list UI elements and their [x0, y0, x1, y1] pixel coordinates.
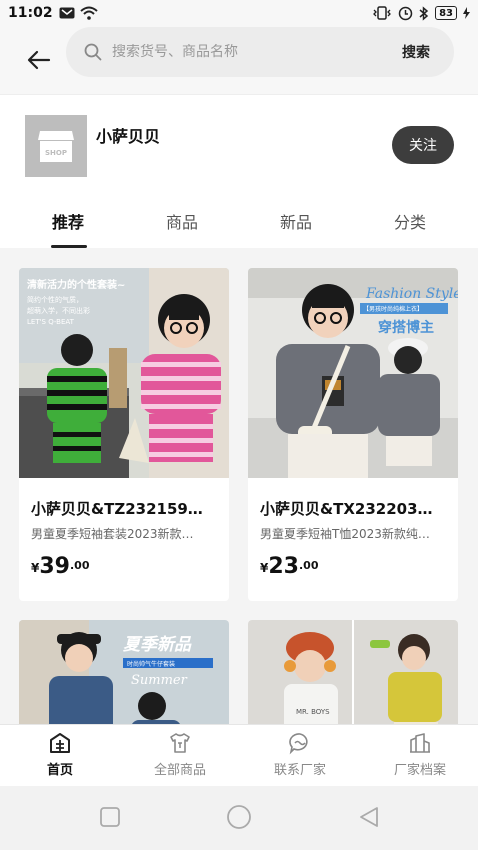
- product-image: Fashion Style 【男孩时尚纯棉上衣】 穿搭博主: [248, 268, 458, 478]
- nav-label: 厂家档案: [393, 763, 446, 778]
- shop-logo-text: SHOP: [45, 149, 67, 157]
- shirt-icon: [170, 733, 190, 753]
- nav-contact[interactable]: 联系厂家: [250, 731, 350, 778]
- price-decimal: .00: [69, 559, 90, 572]
- recent-apps-button[interactable]: [99, 806, 121, 832]
- store-icon: SHOP: [38, 131, 74, 162]
- product-price: ¥ 39 .00: [31, 556, 217, 578]
- image-caption-line: 简约个性的气质，: [27, 295, 83, 304]
- product-price: ¥ 23 .00: [260, 556, 446, 578]
- charging-icon: [463, 7, 470, 19]
- status-time: 11:02: [8, 5, 53, 21]
- nav-profile[interactable]: 厂家档案: [370, 731, 470, 778]
- home-button[interactable]: [226, 804, 252, 834]
- tab-products[interactable]: 商品: [166, 209, 198, 233]
- follow-button[interactable]: 关注: [392, 126, 454, 164]
- search-header: 搜索: [0, 26, 478, 94]
- image-caption-line: 超萌入学，不同出彩: [27, 306, 90, 315]
- image-caption-sub: 穿搭博主: [378, 319, 434, 336]
- image-caption-tag: 【男孩时尚纯棉上衣】: [363, 305, 423, 313]
- building-icon: [410, 733, 430, 753]
- shop-logo: SHOP: [25, 115, 87, 177]
- home-icon: [50, 733, 70, 753]
- search-button[interactable]: 搜索: [402, 42, 430, 62]
- nav-all-products[interactable]: 全部商品: [130, 731, 230, 778]
- product-image: 夏季新品 时尚帅气牛仔套装 Summer: [19, 620, 229, 724]
- shop-name: 小萨贝贝: [96, 127, 161, 146]
- product-image: 清新活力的个性套装~ 简约个性的气质， 超萌入学，不同出彩 LET'S Q-BE…: [19, 268, 229, 478]
- image-caption: Fashion Style: [365, 286, 458, 302]
- wifi-icon: [79, 6, 98, 20]
- vibrate-icon: [372, 6, 392, 20]
- battery-indicator: 83: [435, 6, 457, 20]
- product-grid: 清新活力的个性套装~ 简约个性的气质， 超萌入学，不同出彩 LET'S Q-BE…: [0, 248, 478, 724]
- triangle-back-icon: [360, 807, 378, 827]
- product-title: 小萨贝贝&TZ232159…: [31, 500, 203, 518]
- system-nav-bar: [0, 786, 478, 850]
- message-icon: [59, 7, 75, 19]
- image-caption: MR. BOYS: [296, 708, 330, 716]
- product-image: MR. BOYS: [248, 620, 458, 724]
- nav-label: 联系厂家: [273, 763, 326, 778]
- price-currency: ¥: [31, 561, 40, 575]
- price-currency: ¥: [260, 561, 269, 575]
- product-card[interactable]: Fashion Style 【男孩时尚纯棉上衣】 穿搭博主 小萨贝贝&TX232…: [248, 268, 458, 601]
- image-caption-tag: 时尚帅气牛仔套装: [127, 660, 175, 668]
- back-system-button[interactable]: [358, 806, 380, 832]
- product-title: 小萨贝贝&TX232203…: [260, 500, 433, 518]
- tab-recommend[interactable]: 推荐: [52, 209, 84, 233]
- search-box[interactable]: 搜索: [66, 27, 454, 77]
- circle-icon: [227, 805, 251, 829]
- image-caption-sub: Summer: [131, 673, 188, 688]
- arrow-left-icon: [27, 50, 51, 70]
- product-subtitle: 男童夏季短袖T恤2023新款纯…: [260, 527, 430, 541]
- product-card[interactable]: 夏季新品 时尚帅气牛仔套装 Summer: [19, 620, 229, 724]
- nav-home[interactable]: 首页: [10, 731, 110, 778]
- alarm-icon: [398, 6, 413, 21]
- bluetooth-icon: [419, 5, 429, 21]
- shop-panel: SHOP 小萨贝贝 关注 推荐 商品 新品 分类: [0, 94, 478, 248]
- tab-category[interactable]: 分类: [394, 209, 426, 233]
- search-icon: [84, 43, 102, 61]
- image-caption: 清新活力的个性套装~: [27, 278, 125, 291]
- price-decimal: .00: [298, 559, 319, 572]
- product-subtitle: 男童夏季短袖套装2023新款…: [31, 527, 194, 541]
- bottom-nav: 首页 全部商品 联系厂家 厂家档案: [0, 724, 478, 786]
- search-input[interactable]: [112, 44, 362, 60]
- nav-label: 首页: [46, 763, 73, 778]
- product-card[interactable]: MR. BOYS: [248, 620, 458, 724]
- back-button[interactable]: [14, 35, 64, 85]
- price-integer: 23: [268, 554, 299, 579]
- status-bar: 11:02 83: [0, 0, 478, 26]
- product-card[interactable]: 清新活力的个性套装~ 简约个性的气质， 超萌入学，不同出彩 LET'S Q-BE…: [19, 268, 229, 601]
- image-caption-line: LET'S Q-BEAT: [27, 318, 75, 326]
- image-caption: 夏季新品: [123, 635, 192, 655]
- price-integer: 39: [39, 554, 70, 579]
- chat-icon: [289, 733, 308, 755]
- nav-label: 全部商品: [153, 763, 206, 778]
- square-icon: [100, 807, 120, 827]
- shop-tabs: 推荐 商品 新品 分类: [0, 205, 478, 249]
- tab-new[interactable]: 新品: [280, 209, 312, 233]
